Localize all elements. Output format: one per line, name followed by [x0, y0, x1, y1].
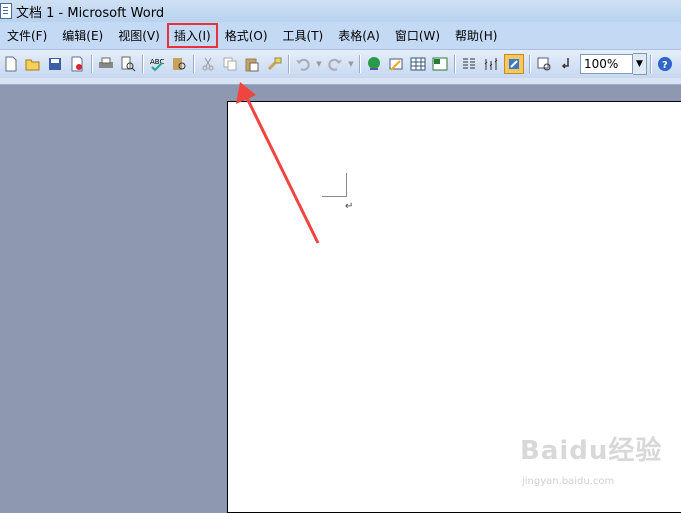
- watermark-logo: Baidu经验: [520, 436, 663, 466]
- watermark-url: jingyan.baidu.com: [522, 476, 615, 487]
